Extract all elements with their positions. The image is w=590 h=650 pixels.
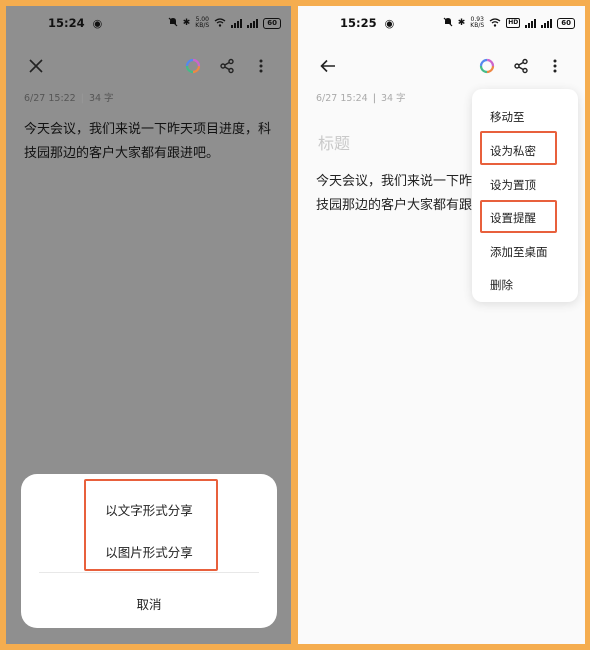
note-date: 6/27 15:22 bbox=[24, 93, 76, 104]
more-vertical-icon bbox=[553, 59, 557, 73]
notification-icon: ◉ bbox=[384, 16, 395, 30]
status-time: 15:24 bbox=[48, 16, 85, 30]
word-count: 34 字 bbox=[380, 93, 406, 104]
share-icon bbox=[514, 58, 528, 74]
word-count: 34 字 bbox=[88, 93, 114, 104]
share-button[interactable] bbox=[509, 54, 533, 78]
nfc-icon: ✱ bbox=[182, 18, 191, 28]
note-content[interactable]: 今天会议，我们来说一下昨天项目进度，科技园那边的客户大家都有跟进吧。 bbox=[24, 118, 275, 166]
more-menu: 移动至 设为私密 设为置顶 设置提醒 添加至桌面 删除 bbox=[472, 89, 578, 302]
toolbar bbox=[298, 50, 585, 82]
color-theme-button[interactable] bbox=[475, 54, 499, 78]
status-time: 15:25 bbox=[340, 16, 377, 30]
close-button[interactable] bbox=[24, 54, 48, 78]
note-meta: 6/27 15:24 | 34 字 bbox=[316, 93, 406, 104]
signal-2-icon bbox=[541, 18, 553, 28]
note-date: 6/27 15:24 bbox=[316, 93, 368, 104]
battery-icon: 60 bbox=[557, 17, 575, 29]
nfc-icon: ✱ bbox=[457, 18, 466, 28]
notification-icon: ◉ bbox=[92, 16, 103, 30]
network-speed: 0.93 KB/S bbox=[470, 16, 485, 29]
color-ring-icon bbox=[185, 58, 201, 74]
arrow-left-icon bbox=[320, 59, 335, 73]
title-placeholder[interactable]: 标题 bbox=[318, 130, 350, 154]
toolbar bbox=[6, 50, 291, 82]
right-screen: 15:25 ◉ ✱ 0.93 KB/S HD 60 6/27 15:24 | 3… bbox=[298, 6, 585, 644]
network-speed: 5.00 KB/S bbox=[195, 16, 210, 29]
left-screen: 15:24 ◉ ✱ 5.00 KB/S 60 6/27 15:22 | 34 字… bbox=[6, 6, 291, 644]
share-icon bbox=[220, 58, 234, 74]
wifi-icon bbox=[214, 17, 226, 30]
wifi-icon bbox=[489, 17, 501, 30]
mute-icon bbox=[168, 17, 178, 30]
battery-icon: 60 bbox=[263, 17, 281, 29]
back-button[interactable] bbox=[316, 54, 340, 78]
menu-item-add-to-desktop[interactable]: 添加至桌面 bbox=[490, 244, 548, 260]
menu-item-delete[interactable]: 删除 bbox=[490, 277, 513, 293]
highlight-box-share-options bbox=[84, 479, 218, 571]
status-bar: 15:25 ◉ ✱ 0.93 KB/S HD 60 bbox=[298, 6, 585, 40]
share-button[interactable] bbox=[215, 54, 239, 78]
highlight-box-set-reminder bbox=[480, 200, 557, 233]
more-button[interactable] bbox=[543, 54, 567, 78]
mute-icon bbox=[443, 17, 453, 30]
status-bar: 15:24 ◉ ✱ 5.00 KB/S 60 bbox=[6, 6, 291, 40]
signal-1-icon bbox=[525, 18, 537, 28]
menu-item-move-to[interactable]: 移动至 bbox=[490, 109, 525, 125]
signal-1-icon bbox=[231, 18, 243, 28]
menu-item-pin-to-top[interactable]: 设为置顶 bbox=[490, 177, 536, 193]
note-meta: 6/27 15:22 | 34 字 bbox=[24, 93, 114, 104]
hd-icon: HD bbox=[506, 18, 521, 28]
more-vertical-icon bbox=[259, 59, 263, 73]
more-button[interactable] bbox=[249, 54, 273, 78]
sheet-divider bbox=[39, 572, 259, 573]
close-icon bbox=[29, 59, 43, 73]
highlight-box-set-private bbox=[480, 131, 557, 165]
color-theme-button[interactable] bbox=[181, 54, 205, 78]
share-sheet: 以文字形式分享 以图片形式分享 取消 bbox=[21, 474, 277, 628]
signal-2-icon bbox=[247, 18, 259, 28]
cancel-button[interactable]: 取消 bbox=[21, 594, 277, 613]
color-ring-icon bbox=[479, 58, 495, 74]
